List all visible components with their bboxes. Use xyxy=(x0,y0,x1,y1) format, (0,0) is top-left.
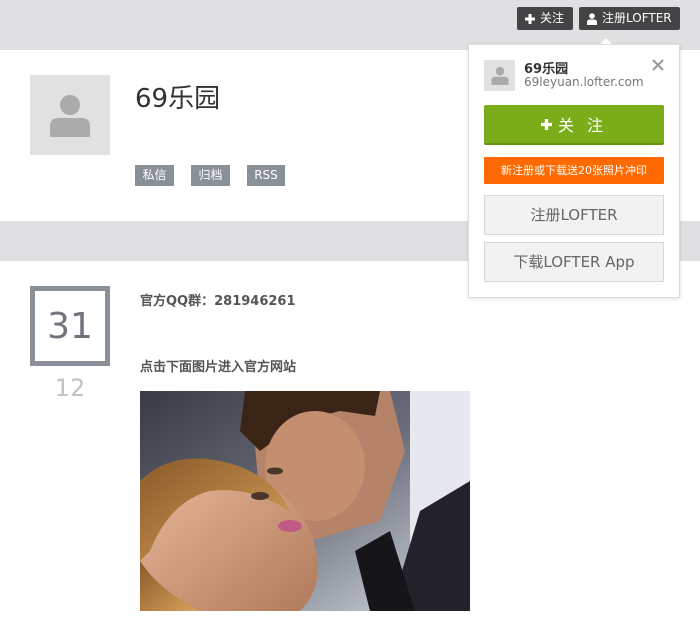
post-date-day: 31 xyxy=(30,286,110,366)
private-message-button[interactable]: 私信 xyxy=(135,165,174,186)
popup-download-app-button[interactable]: 下载LOFTER App xyxy=(484,242,664,282)
plus-icon xyxy=(525,13,535,24)
register-button-top[interactable]: 注册LOFTER xyxy=(579,7,680,30)
blog-avatar[interactable] xyxy=(30,75,110,155)
close-icon[interactable] xyxy=(651,57,665,71)
post-image[interactable] xyxy=(140,391,470,611)
popup-follow-button[interactable]: 关 注 xyxy=(484,105,664,145)
follow-button-top[interactable]: 关注 xyxy=(517,7,573,30)
rss-button[interactable]: RSS xyxy=(247,165,285,186)
follow-popup: 69乐园 69leyuan.lofter.com 关 注 新注册或下载送20张照… xyxy=(468,44,680,298)
blog-title: 69乐园 xyxy=(135,84,221,114)
popup-avatar[interactable] xyxy=(484,60,515,91)
popup-register-button[interactable]: 注册LOFTER xyxy=(484,195,664,235)
post-date-month: 12 xyxy=(54,374,86,402)
avatar-placeholder-icon xyxy=(50,95,90,137)
popup-arrow-inner xyxy=(600,38,612,44)
archive-button[interactable]: 归档 xyxy=(191,165,230,186)
post-text-qq-group: 官方QQ群：281946261 xyxy=(140,294,296,309)
post-text-click-image: 点击下面图片进入官方网站 xyxy=(140,360,297,375)
popup-follow-label: 关 注 xyxy=(557,116,608,135)
plus-icon xyxy=(540,118,552,130)
avatar-placeholder-icon xyxy=(490,66,509,85)
follow-label: 关注 xyxy=(540,11,565,25)
register-label: 注册LOFTER xyxy=(602,11,672,25)
popup-blog-url[interactable]: 69leyuan.lofter.com xyxy=(524,75,644,89)
user-icon xyxy=(587,12,597,25)
promo-banner[interactable]: 新注册或下载送20张照片冲印 xyxy=(484,157,664,184)
